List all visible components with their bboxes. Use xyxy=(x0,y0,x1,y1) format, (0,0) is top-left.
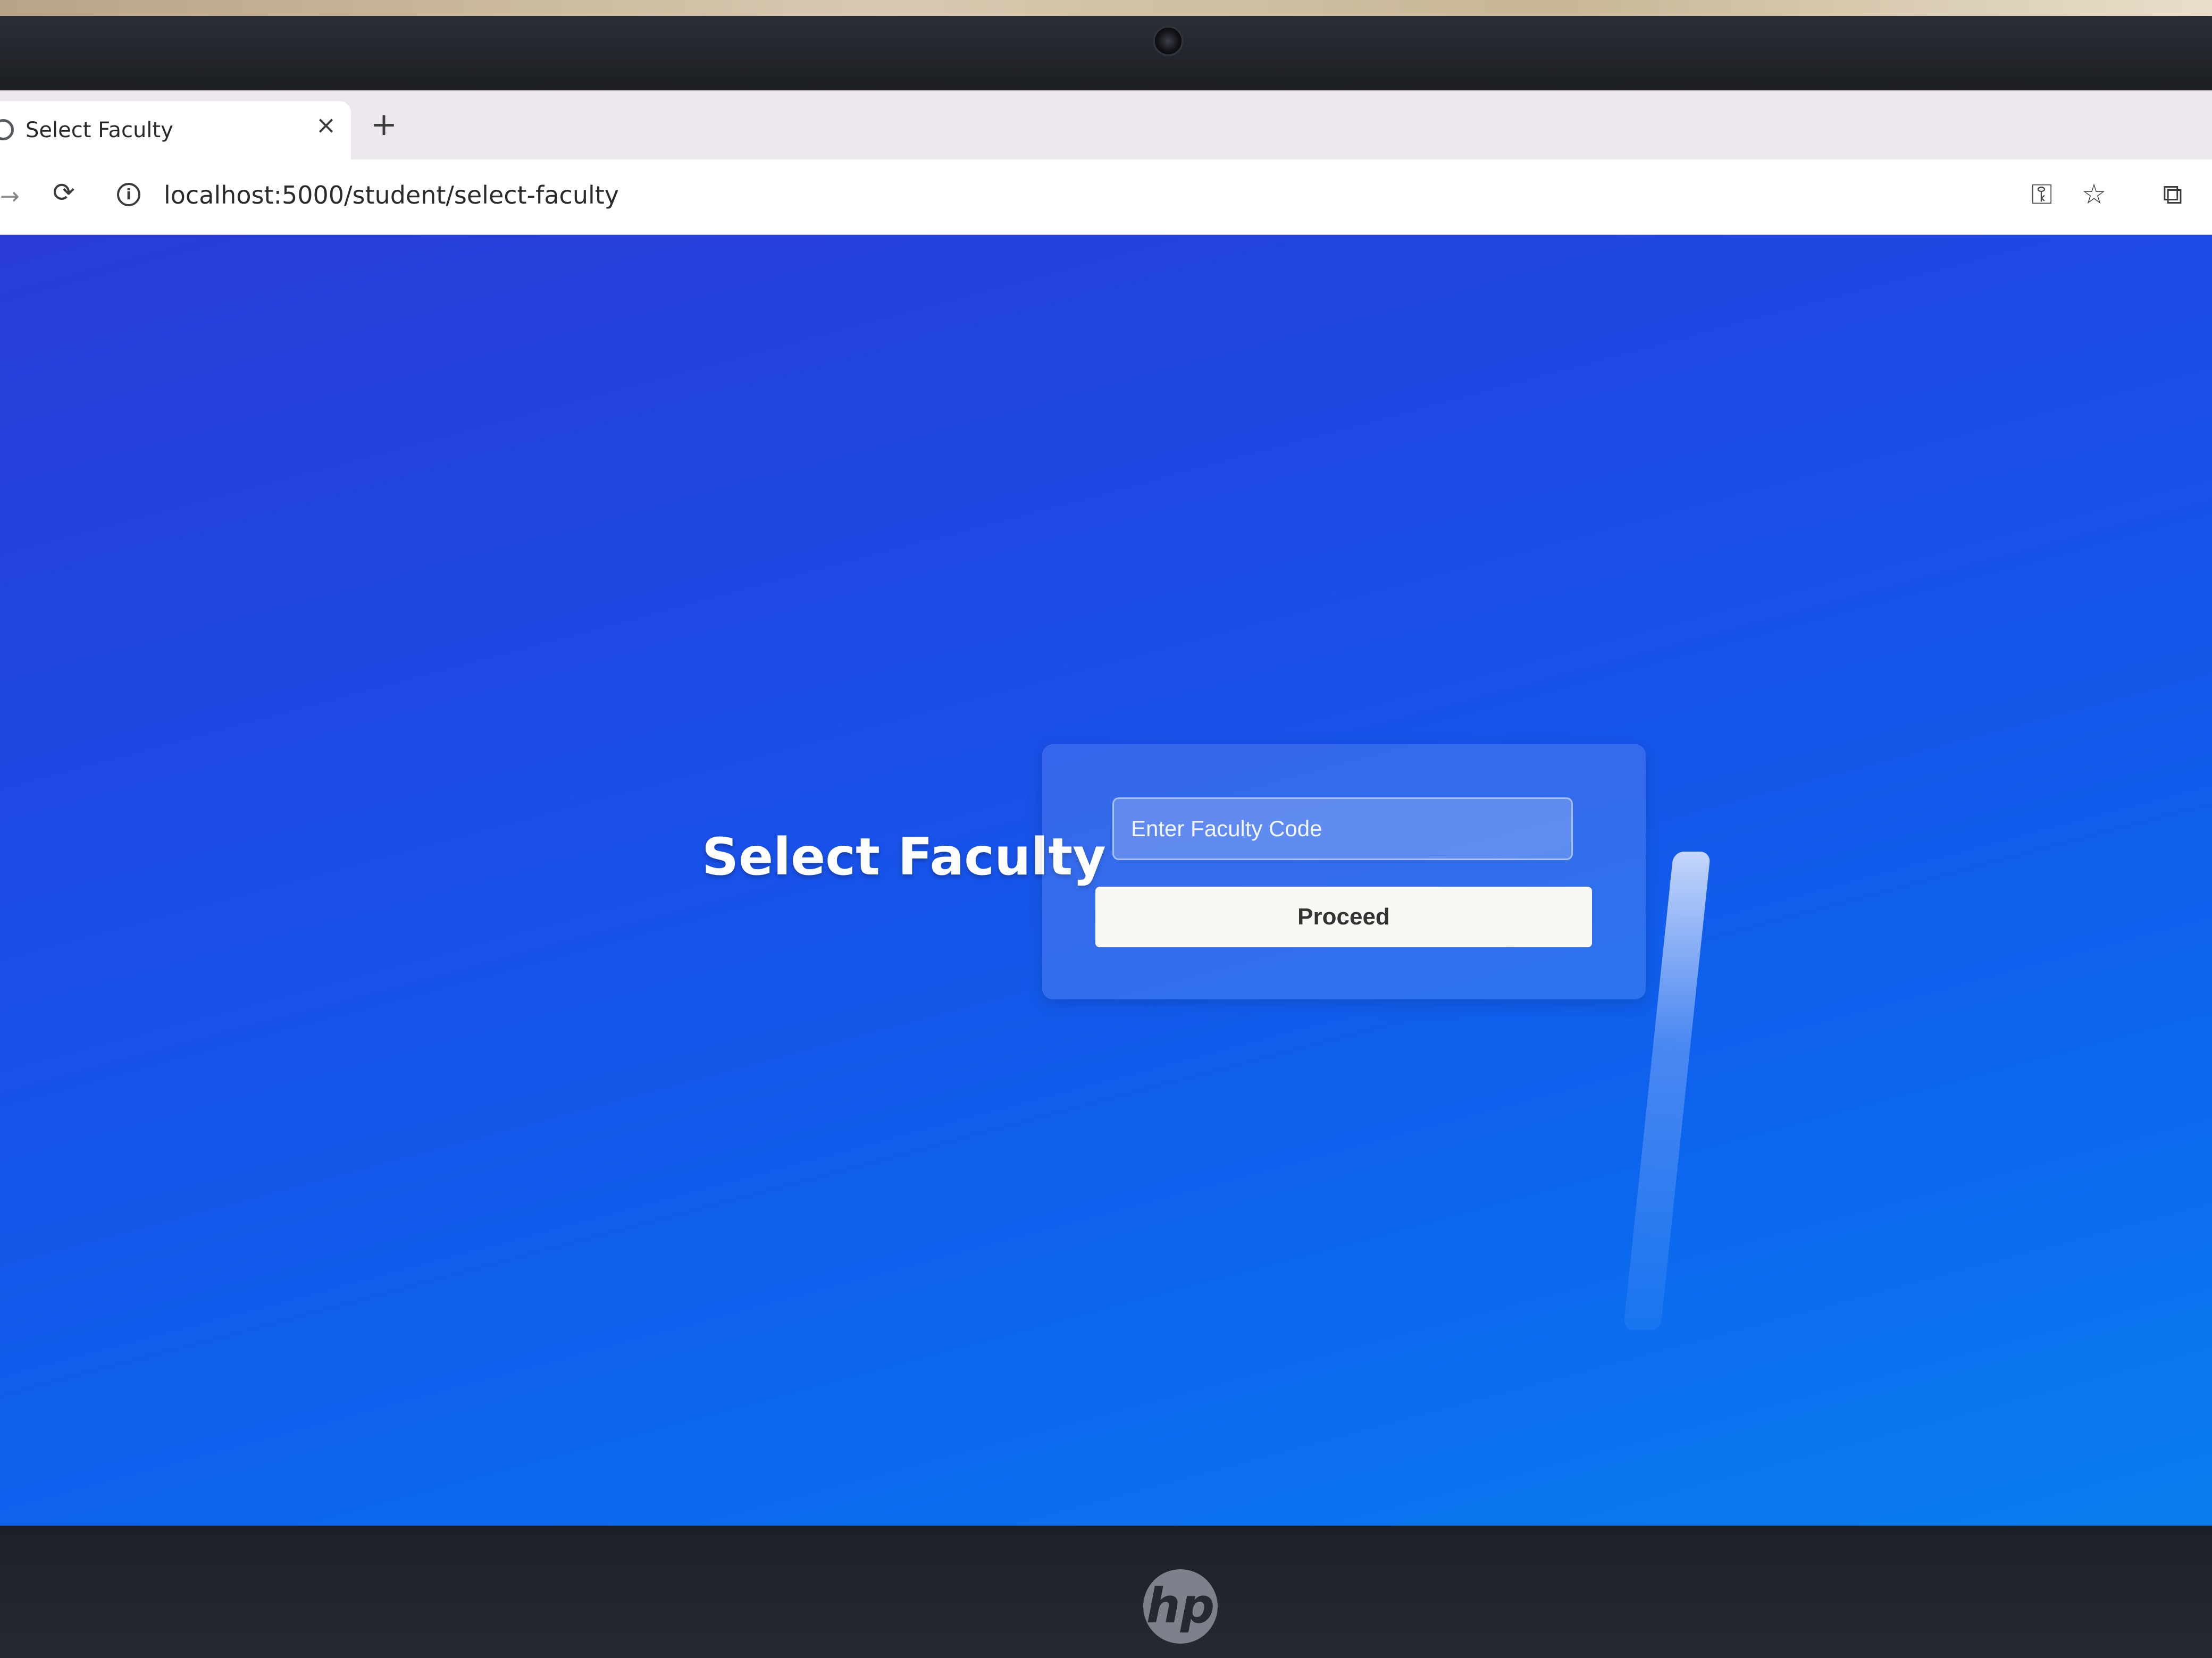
hp-logo: hp xyxy=(1143,1569,1218,1644)
reload-icon[interactable]: ⟳ xyxy=(47,175,81,209)
browser-tab-bar: Select Faculty × + xyxy=(0,90,2212,159)
laptop-photo: Select Faculty × + → ⟳ i localhost:5000/… xyxy=(0,0,2212,1658)
url-text[interactable]: localhost:5000/student/select-faculty xyxy=(164,181,619,209)
extensions-icon[interactable]: ⧉ xyxy=(2156,178,2190,212)
browser-toolbar: → ⟳ i localhost:5000/student/select-facu… xyxy=(0,159,2212,235)
proceed-button[interactable]: Proceed xyxy=(1095,887,1592,947)
forward-arrow-icon[interactable]: → xyxy=(0,181,20,213)
laptop-screen: Select Faculty × + → ⟳ i localhost:5000/… xyxy=(0,90,2212,1526)
laptop-top-bezel xyxy=(0,16,2212,96)
webcam xyxy=(1153,26,1184,56)
new-tab-icon[interactable]: + xyxy=(368,108,400,140)
faculty-form-card: Proceed xyxy=(1042,744,1646,999)
password-key-icon[interactable]: ⚿ xyxy=(2025,178,2059,212)
tab-favicon-icon xyxy=(0,119,14,140)
laptop-bottom-bezel xyxy=(0,1526,2212,1658)
page-content: Select Faculty Proceed xyxy=(0,235,2212,1526)
browser-tab-active[interactable]: Select Faculty × xyxy=(0,101,351,159)
tab-close-icon[interactable]: × xyxy=(313,112,339,138)
site-info-icon[interactable]: i xyxy=(117,183,140,206)
faculty-code-input[interactable] xyxy=(1112,797,1573,860)
tab-title: Select Faculty xyxy=(26,118,173,142)
address-bar[interactable]: i localhost:5000/student/select-faculty xyxy=(106,170,2042,219)
bookmark-star-icon[interactable]: ☆ xyxy=(2077,178,2111,212)
